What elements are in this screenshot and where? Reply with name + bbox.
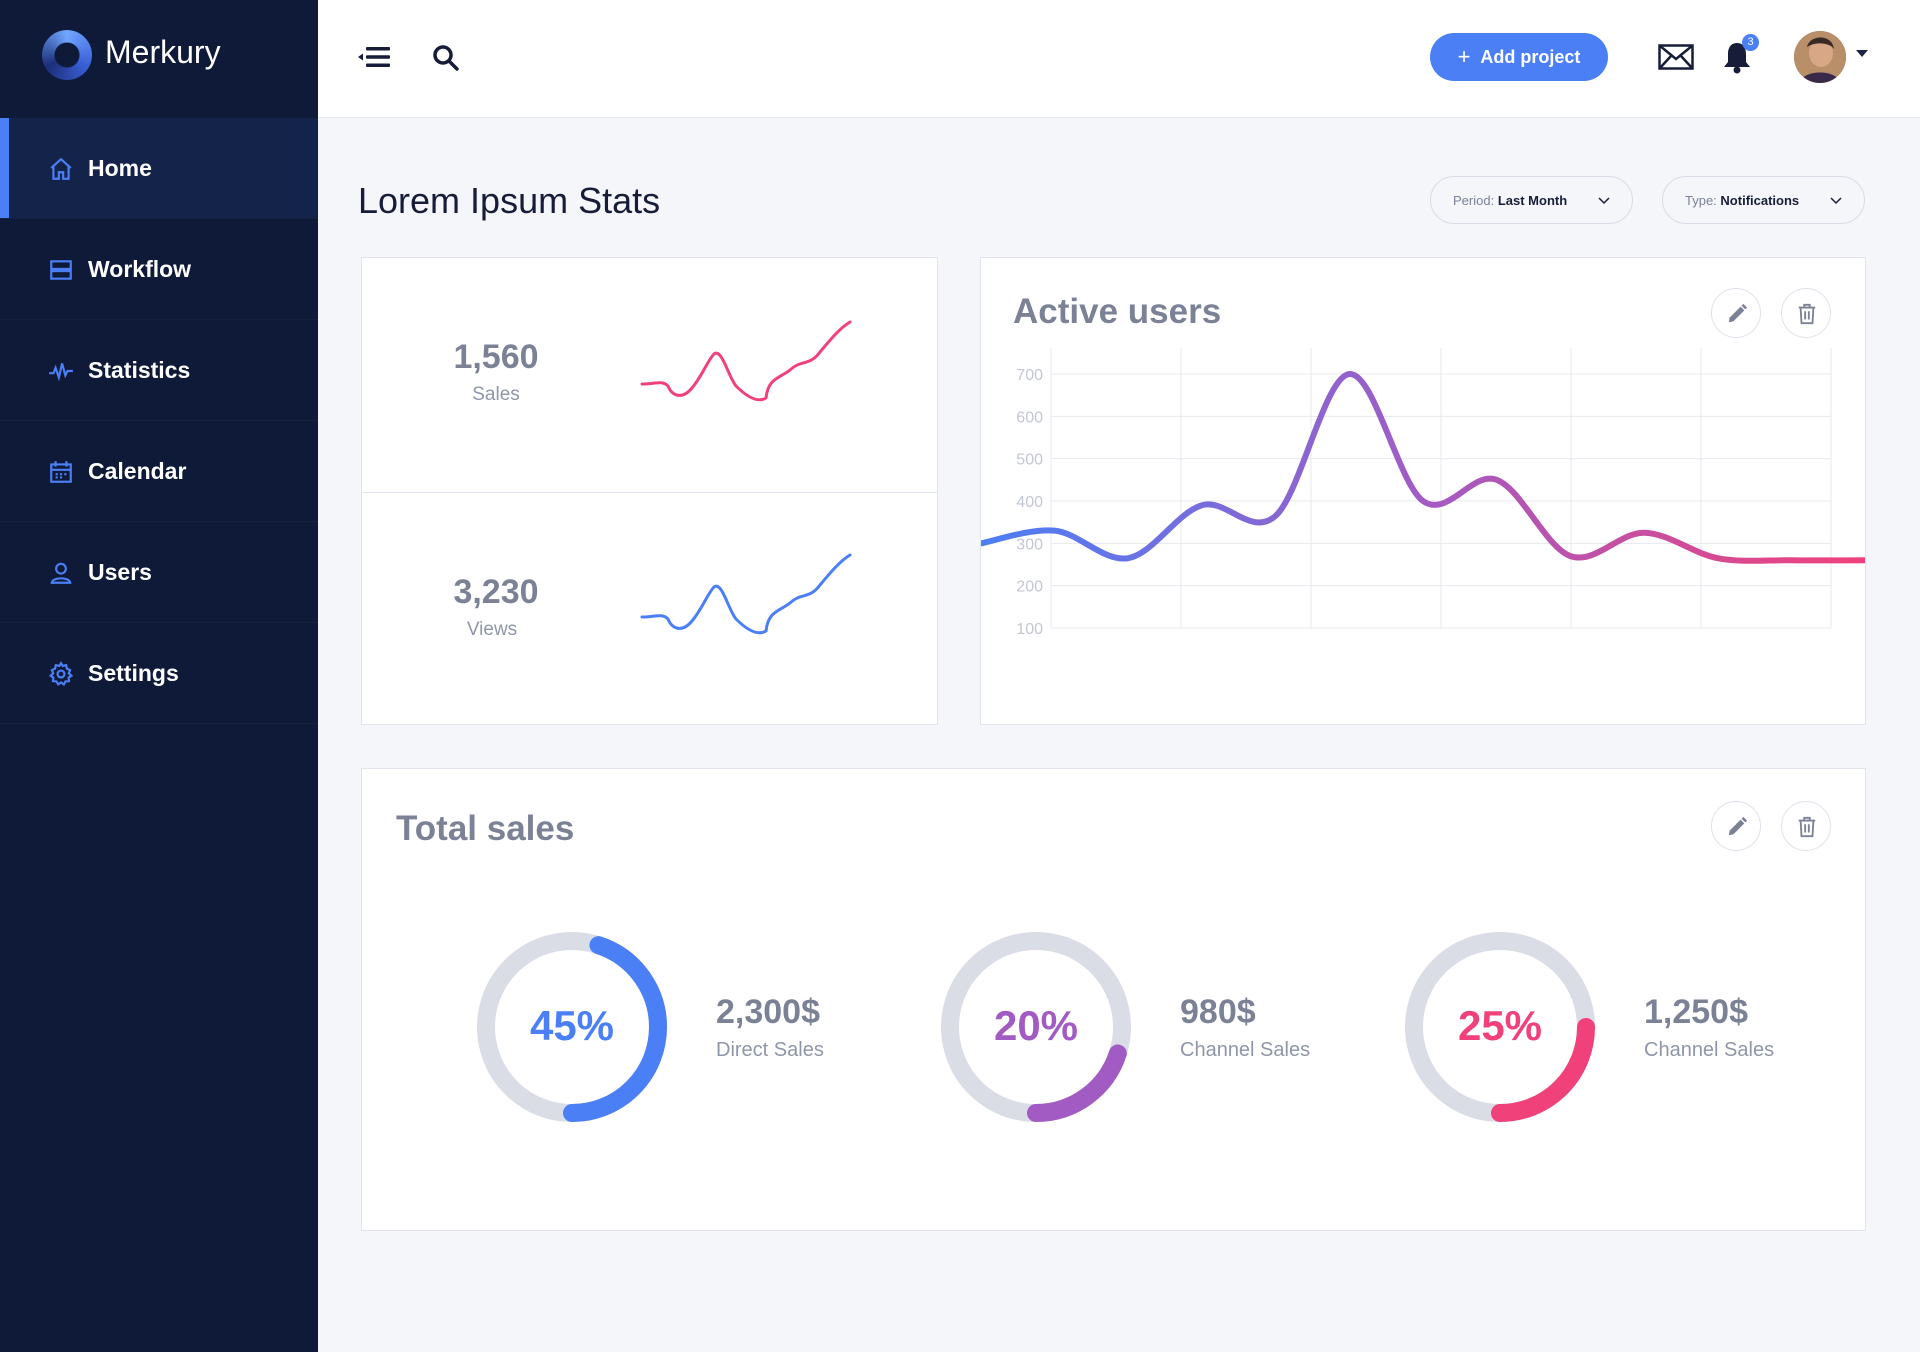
type-filter-text: Type: Notifications (1685, 193, 1799, 208)
donut-percent: 20% (993, 1002, 1079, 1049)
active-users-card: Active users 100 200 300 400 500 600 700 (980, 257, 1866, 725)
plus-icon: + (1457, 44, 1471, 69)
sidebar-item-statistics[interactable]: Statistics (0, 320, 318, 421)
sidebar-item-label: Settings (88, 660, 179, 686)
brand-logo (42, 30, 92, 80)
type-filter-value: Notifications (1720, 193, 1800, 208)
chevron-down-icon (1598, 197, 1610, 205)
sidebar-item-home[interactable]: Home (0, 118, 318, 219)
edit-button[interactable] (1711, 801, 1761, 851)
mail-icon[interactable] (1658, 44, 1694, 70)
y-tick-label: 600 (1016, 409, 1043, 426)
active-users-chart: 100 200 300 400 500 600 700 (981, 348, 1865, 638)
brand-name: Merkury (105, 34, 221, 70)
period-filter-label: Period: (1453, 193, 1495, 208)
y-tick-label: 200 (1016, 579, 1043, 596)
donut-amount: 1,250$ (1644, 993, 1748, 1031)
pencil-icon (1728, 816, 1748, 836)
add-project-button[interactable]: + Add project (1430, 33, 1608, 81)
avatar-photo (1794, 31, 1846, 83)
period-filter[interactable]: Period: Last Month (1430, 176, 1633, 224)
views-value: 3,230 (453, 573, 539, 611)
sidebar-item-users[interactable]: Users (0, 522, 318, 623)
sidebar-item-calendar[interactable]: Calendar (0, 421, 318, 522)
donut-label: Channel Sales (1644, 1039, 1775, 1061)
donut-percent: 45% (529, 1002, 615, 1049)
calendar-icon (50, 461, 72, 483)
sidebar: Merkury Home Workflow Statistics Calenda… (0, 0, 318, 1352)
y-tick-label: 700 (1016, 367, 1043, 384)
chevron-down-icon[interactable] (1856, 50, 1868, 57)
user-icon (50, 562, 72, 584)
sidebar-item-label: Workflow (88, 256, 192, 282)
menu-toggle-icon[interactable] (358, 44, 390, 70)
delete-button[interactable] (1781, 288, 1831, 338)
delete-button[interactable] (1781, 801, 1831, 851)
sidebar-item-label: Users (88, 559, 152, 585)
sidebar-item-workflow[interactable]: Workflow (0, 219, 318, 320)
y-tick-label: 400 (1016, 494, 1043, 511)
chevron-down-icon (1830, 197, 1842, 205)
topbar: + Add project 3 (318, 0, 1920, 118)
sidebar-item-label: Statistics (88, 357, 191, 383)
donut-amount: 2,300$ (716, 993, 820, 1031)
home-icon (50, 157, 72, 180)
period-filter-value: Last Month (1497, 193, 1568, 208)
y-tick-label: 300 (1016, 536, 1043, 553)
series-line-active-users (981, 371, 1865, 564)
notification-badge: 3 (1742, 34, 1759, 51)
sidebar-item-label: Calendar (88, 458, 187, 484)
period-filter-text: Period: Last Month (1453, 193, 1567, 208)
add-project-label: Add project (1480, 46, 1581, 67)
sidebar-item-label: Home (88, 155, 152, 181)
trash-icon (1798, 816, 1816, 838)
sales-sparkline (640, 320, 852, 402)
donut-amount: 980$ (1180, 993, 1256, 1031)
active-users-title: Active users (1013, 292, 1222, 331)
stats-card: 1,560 Sales 3,230 Views (361, 257, 938, 725)
brand[interactable]: Merkury (0, 0, 318, 118)
total-sales-card: Total sales 45% 2,300$ Direct Sales 20% … (361, 768, 1866, 1231)
pencil-icon (1728, 303, 1748, 323)
y-tick-label: 500 (1016, 452, 1043, 469)
total-sales-title: Total sales (396, 809, 575, 848)
sales-label: Sales (472, 384, 520, 405)
donut-percent: 25% (1457, 1002, 1543, 1049)
sales-value: 1,560 (453, 338, 539, 376)
views-sparkline (640, 553, 852, 635)
pulse-icon (49, 363, 73, 382)
page-title: Lorem Ipsum Stats (358, 180, 661, 221)
avatar[interactable] (1794, 31, 1846, 83)
views-label: Views (466, 619, 518, 640)
stats-divider (362, 492, 937, 493)
search-icon[interactable] (432, 44, 460, 72)
type-filter-label: Type: (1685, 193, 1717, 208)
edit-button[interactable] (1711, 288, 1761, 338)
trash-icon (1798, 303, 1816, 325)
y-tick-label: 100 (1016, 621, 1043, 638)
sidebar-item-settings[interactable]: Settings (0, 623, 318, 724)
donut-label: Channel Sales (1180, 1039, 1311, 1061)
donut-label: Direct Sales (716, 1039, 824, 1061)
gear-icon (48, 661, 74, 686)
layers-icon (50, 260, 72, 280)
type-filter[interactable]: Type: Notifications (1662, 176, 1865, 224)
